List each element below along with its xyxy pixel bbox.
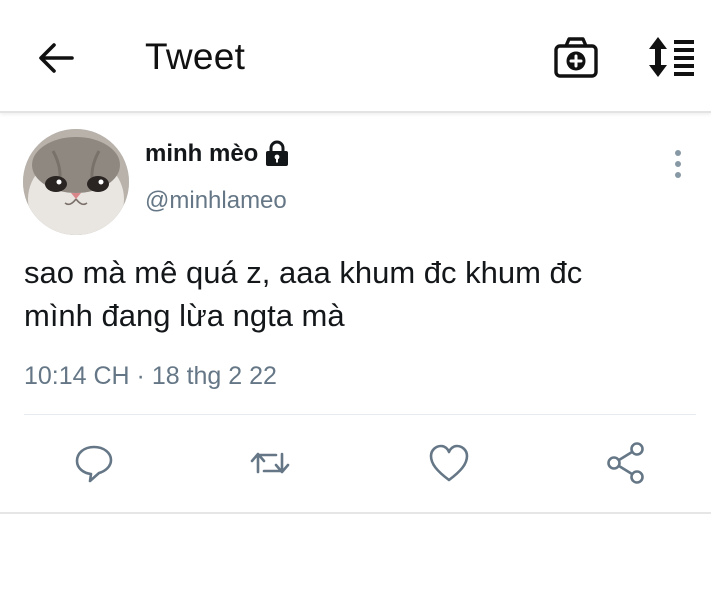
page-title: Tweet [145, 36, 246, 77]
retweet-icon [250, 452, 290, 474]
share-button[interactable] [604, 440, 648, 486]
divider [0, 512, 711, 514]
lock-icon [266, 140, 289, 166]
sort-lines-icon [649, 37, 694, 77]
top-app-bar: Tweet [0, 0, 711, 113]
tweet-actions-bar [0, 440, 711, 490]
more-options-button[interactable] [668, 148, 688, 180]
tweet-text-line: sao mà mê quá z, aaa khum đc khum đc [24, 255, 583, 290]
arrow-left-icon [39, 43, 74, 73]
sort-button[interactable] [645, 35, 697, 79]
camera-button[interactable] [552, 35, 600, 81]
reply-icon [75, 445, 113, 483]
share-icon [607, 442, 644, 484]
author-name-row: minh mèo [145, 140, 290, 168]
divider [24, 414, 696, 415]
reply-button[interactable] [72, 440, 116, 486]
user-handle[interactable]: @minhlameo [145, 187, 287, 215]
like-button[interactable] [427, 440, 471, 486]
back-button[interactable] [34, 38, 78, 78]
display-name[interactable]: minh mèo [145, 140, 258, 168]
tweet-timestamp[interactable]: 10:14 CH · 18 thg 2 22 [24, 362, 277, 391]
tweet-text-line: mình đang lừa ngta mà [24, 298, 345, 333]
cat-avatar-image [23, 129, 129, 235]
avatar[interactable] [23, 129, 129, 235]
camera-plus-icon [554, 37, 598, 78]
like-icon [429, 444, 469, 482]
more-vertical-icon [675, 150, 681, 178]
tweet-text: sao mà mê quá z, aaa khum đc khum đc mìn… [24, 251, 694, 337]
retweet-button[interactable] [248, 440, 292, 486]
